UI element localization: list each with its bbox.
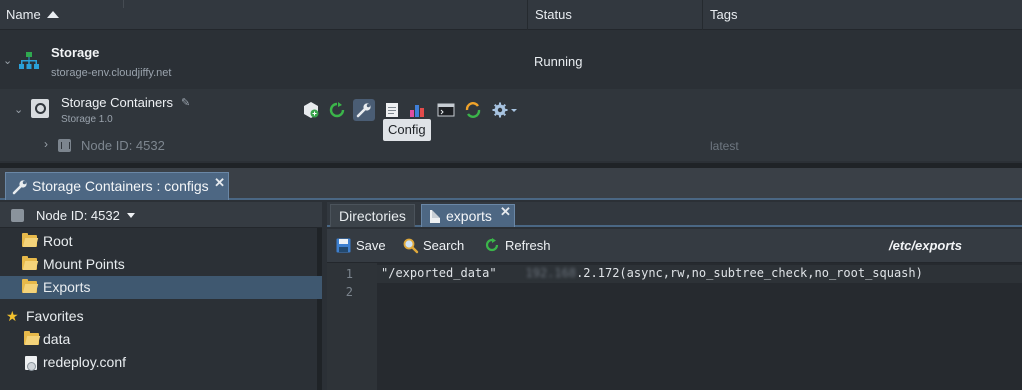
tab-title: Storage Containers : configs: [32, 178, 209, 194]
column-divider: [123, 0, 124, 8]
column-name-label: Name: [6, 7, 41, 22]
config-button[interactable]: [353, 99, 375, 121]
wrench-icon: [12, 180, 27, 195]
environment-domain[interactable]: storage-env.cloudjiffy.net: [51, 67, 171, 79]
editor-tabbar: Directories exports ✕: [327, 202, 1022, 227]
column-status-label: Status: [535, 7, 572, 22]
environment-grid-header: Name Status Tags: [0, 0, 1022, 30]
star-icon: ★: [6, 308, 19, 324]
refresh-icon: [485, 238, 499, 252]
restart-icon: [329, 102, 345, 118]
tree-item-root[interactable]: Root: [0, 230, 322, 253]
panel-tabbar: Storage Containers : configs ✕: [0, 168, 1022, 200]
save-icon: [336, 238, 351, 253]
node-group-name: Storage Containers: [61, 95, 174, 110]
node-group-version: Storage 1.0: [61, 114, 113, 125]
node-row[interactable]: › Node ID: 4532 latest: [0, 134, 1022, 158]
node-selector-label: Node ID: 4532: [36, 208, 135, 223]
favorite-label: redeploy.conf: [43, 354, 127, 370]
environment-topology-icon: [19, 52, 39, 69]
collapse-chevron-icon[interactable]: ⌄: [3, 54, 12, 67]
tree-item-label: Exports: [43, 279, 91, 295]
web-ssh-icon: [437, 103, 455, 117]
line-number: 1: [345, 267, 353, 281]
node-group-chevron-icon[interactable]: ⌄: [14, 103, 23, 116]
tab-exports-label: exports: [446, 208, 492, 224]
tab-storage-configs[interactable]: Storage Containers : configs ✕: [5, 172, 229, 200]
node-selector-value: Node ID: 4532: [36, 208, 120, 223]
refresh-button[interactable]: Refresh: [485, 237, 551, 255]
close-tab-icon[interactable]: ✕: [214, 170, 225, 196]
tab-directories-label: Directories: [339, 208, 406, 224]
favorites-label: Favorites: [26, 308, 84, 324]
document-icon: [430, 210, 440, 223]
restart-button[interactable]: [326, 99, 348, 121]
node-id-label: Node ID: 4532: [81, 138, 165, 153]
folder-icon: [24, 331, 39, 345]
log-button[interactable]: [381, 99, 403, 121]
export-path: "/exported_data": [381, 266, 526, 280]
node-icon: [11, 209, 24, 222]
settings-gear-icon: [492, 102, 517, 118]
close-file-tab-icon[interactable]: ✕: [500, 201, 511, 223]
search-button[interactable]: Search: [403, 237, 464, 255]
save-label: Save: [356, 238, 386, 253]
edit-pencil-icon[interactable]: ✎: [181, 96, 190, 109]
environment-name[interactable]: Storage: [51, 45, 99, 60]
folder-icon: [22, 279, 37, 293]
node-tag: latest: [710, 139, 739, 153]
tab-exports-file[interactable]: exports ✕: [421, 204, 515, 227]
file-tree-pane: Node ID: 4532 Root Mount Points Exports …: [0, 202, 322, 390]
file-path: /etc/exports: [889, 238, 962, 253]
column-header-status[interactable]: Status: [529, 0, 703, 30]
tree-item-exports[interactable]: Exports: [0, 276, 322, 299]
dropdown-caret-icon: [126, 213, 135, 218]
line-number-gutter: 1 2: [327, 263, 377, 390]
search-icon: [403, 238, 419, 254]
node-icon: [58, 139, 71, 152]
folder-icon: [22, 233, 37, 247]
search-label: Search: [423, 238, 465, 253]
redeploy-icon: [465, 102, 481, 118]
editor-toolbar: Save Search Refresh /etc/exports: [327, 229, 1022, 263]
environment-status: Running: [534, 54, 583, 69]
column-tags-label: Tags: [710, 7, 738, 22]
config-file-icon: [25, 356, 37, 371]
storage-node-icon: [31, 99, 49, 118]
log-icon: [386, 103, 398, 117]
add-node-icon: [304, 102, 319, 118]
folder-icon: [22, 256, 37, 270]
tree-item-mount-points[interactable]: Mount Points: [0, 253, 322, 276]
redeploy-button[interactable]: [462, 99, 484, 121]
blurred-ip-prefix: 192.168: [525, 266, 577, 280]
statistics-button[interactable]: [407, 99, 429, 121]
refresh-label: Refresh: [505, 238, 551, 253]
sort-ascending-icon: [46, 11, 59, 18]
save-button[interactable]: Save: [336, 237, 386, 255]
favorites-header[interactable]: ★ Favorites: [0, 305, 322, 328]
line-number: 2: [345, 285, 353, 299]
column-header-tags[interactable]: Tags: [704, 0, 1022, 30]
column-header-name[interactable]: Name: [0, 0, 528, 30]
favorite-item-redeploy-conf[interactable]: redeploy.conf: [0, 351, 322, 374]
node-selector[interactable]: Node ID: 4532: [0, 202, 322, 228]
tree-item-label: Root: [43, 233, 73, 249]
settings-button[interactable]: [490, 99, 520, 121]
tab-directories[interactable]: Directories: [330, 204, 415, 227]
environment-row[interactable]: ⌄ Storage storage-env.cloudjiffy.net Run…: [0, 31, 1022, 89]
tree-item-label: Mount Points: [43, 256, 125, 272]
favorite-label: data: [43, 331, 71, 347]
statistics-icon: [410, 105, 424, 117]
code-editor[interactable]: 1 2 "/exported_data" 192.168.2.172(async…: [327, 263, 1022, 390]
export-options: .2.172(async,rw,no_subtree_check,no_root…: [576, 266, 923, 280]
expand-chevron-icon[interactable]: ›: [44, 137, 48, 151]
code-line-1[interactable]: "/exported_data" 192.168.2.172(async,rw,…: [381, 266, 923, 280]
config-wrench-icon: [356, 103, 371, 118]
add-node-button[interactable]: [300, 99, 322, 121]
web-ssh-button[interactable]: [435, 99, 457, 121]
editor-pane: Directories exports ✕ Save Search Refres…: [327, 202, 1022, 390]
favorite-item-data[interactable]: data: [0, 328, 322, 351]
